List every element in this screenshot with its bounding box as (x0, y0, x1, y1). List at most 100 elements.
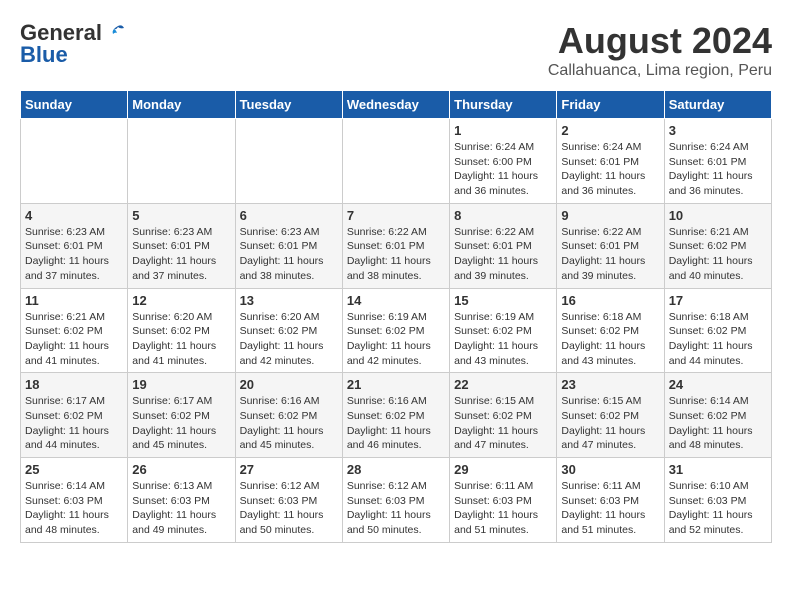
calendar-cell: 28 Sunrise: 6:12 AM Sunset: 6:03 PM Dayli… (342, 458, 449, 543)
cell-info: Sunrise: 6:16 AM Sunset: 6:02 PM Dayligh… (240, 394, 338, 453)
calendar-cell: 23 Sunrise: 6:15 AM Sunset: 6:02 PM Dayli… (557, 373, 664, 458)
day-number: 5 (132, 208, 230, 223)
calendar-cell: 3Sunrise: 6:24 AM Sunset: 6:01 PM Daylig… (664, 119, 771, 204)
calendar-cell: 19Sunrise: 6:17 AM Sunset: 6:02 PM Dayli… (128, 373, 235, 458)
calendar-cell: 15 Sunrise: 6:19 AM Sunset: 6:02 PM Dayli… (450, 288, 557, 373)
calendar-cell: 7 Sunrise: 6:22 AM Sunset: 6:01 PM Daylig… (342, 203, 449, 288)
calendar-cell: 5 Sunrise: 6:23 AM Sunset: 6:01 PM Daylig… (128, 203, 235, 288)
col-header-thursday: Thursday (450, 91, 557, 119)
cell-info: Sunrise: 6:22 AM Sunset: 6:01 PM Dayligh… (454, 225, 552, 284)
cell-info: Sunrise: 6:17 AM Sunset: 6:02 PM Dayligh… (25, 394, 123, 453)
cell-info: Sunrise: 6:14 AM Sunset: 6:02 PM Dayligh… (669, 394, 767, 453)
cell-info: Sunrise: 6:15 AM Sunset: 6:02 PM Dayligh… (561, 394, 659, 453)
calendar-cell: 21 Sunrise: 6:16 AM Sunset: 6:02 PM Dayli… (342, 373, 449, 458)
calendar-cell: 29Sunrise: 6:11 AM Sunset: 6:03 PM Dayli… (450, 458, 557, 543)
cell-info: Sunrise: 6:14 AM Sunset: 6:03 PM Dayligh… (25, 479, 123, 538)
calendar-cell: 30 Sunrise: 6:11 AM Sunset: 6:03 PM Dayli… (557, 458, 664, 543)
cell-info: Sunrise: 6:24 AM Sunset: 6:00 PM Dayligh… (454, 140, 552, 199)
day-number: 30 (561, 462, 659, 477)
day-number: 31 (669, 462, 767, 477)
calendar-week-4: 18Sunrise: 6:17 AM Sunset: 6:02 PM Dayli… (21, 373, 772, 458)
day-number: 29 (454, 462, 552, 477)
day-number: 4 (25, 208, 123, 223)
col-header-saturday: Saturday (664, 91, 771, 119)
logo: General Blue (20, 20, 126, 68)
calendar-cell: 8 Sunrise: 6:22 AM Sunset: 6:01 PM Daylig… (450, 203, 557, 288)
calendar-cell: 10 Sunrise: 6:21 AM Sunset: 6:02 PM Dayli… (664, 203, 771, 288)
calendar-cell: 13Sunrise: 6:20 AM Sunset: 6:02 PM Dayli… (235, 288, 342, 373)
day-number: 20 (240, 377, 338, 392)
cell-info: Sunrise: 6:17 AM Sunset: 6:02 PM Dayligh… (132, 394, 230, 453)
logo-blue-text: Blue (20, 42, 68, 68)
cell-info: Sunrise: 6:24 AM Sunset: 6:01 PM Dayligh… (669, 140, 767, 199)
calendar-cell: 26Sunrise: 6:13 AM Sunset: 6:03 PM Dayli… (128, 458, 235, 543)
cell-info: Sunrise: 6:16 AM Sunset: 6:02 PM Dayligh… (347, 394, 445, 453)
cell-info: Sunrise: 6:12 AM Sunset: 6:03 PM Dayligh… (347, 479, 445, 538)
day-number: 28 (347, 462, 445, 477)
day-number: 23 (561, 377, 659, 392)
calendar-header-row: SundayMondayTuesdayWednesdayThursdayFrid… (21, 91, 772, 119)
cell-info: Sunrise: 6:21 AM Sunset: 6:02 PM Dayligh… (669, 225, 767, 284)
calendar-table: SundayMondayTuesdayWednesdayThursdayFrid… (20, 90, 772, 543)
day-number: 10 (669, 208, 767, 223)
day-number: 15 (454, 293, 552, 308)
cell-info: Sunrise: 6:10 AM Sunset: 6:03 PM Dayligh… (669, 479, 767, 538)
cell-info: Sunrise: 6:11 AM Sunset: 6:03 PM Dayligh… (561, 479, 659, 538)
calendar-cell: 16Sunrise: 6:18 AM Sunset: 6:02 PM Dayli… (557, 288, 664, 373)
cell-info: Sunrise: 6:19 AM Sunset: 6:02 PM Dayligh… (347, 310, 445, 369)
cell-info: Sunrise: 6:18 AM Sunset: 6:02 PM Dayligh… (669, 310, 767, 369)
day-number: 25 (25, 462, 123, 477)
cell-info: Sunrise: 6:22 AM Sunset: 6:01 PM Dayligh… (561, 225, 659, 284)
calendar-cell: 20 Sunrise: 6:16 AM Sunset: 6:02 PM Dayli… (235, 373, 342, 458)
calendar-cell: 4 Sunrise: 6:23 AM Sunset: 6:01 PM Daylig… (21, 203, 128, 288)
calendar-cell: 25 Sunrise: 6:14 AM Sunset: 6:03 PM Dayli… (21, 458, 128, 543)
day-number: 1 (454, 123, 552, 138)
day-number: 6 (240, 208, 338, 223)
cell-info: Sunrise: 6:19 AM Sunset: 6:02 PM Dayligh… (454, 310, 552, 369)
day-number: 14 (347, 293, 445, 308)
location-subtitle: Callahuanca, Lima region, Peru (548, 62, 772, 80)
day-number: 9 (561, 208, 659, 223)
cell-info: Sunrise: 6:18 AM Sunset: 6:02 PM Dayligh… (561, 310, 659, 369)
calendar-cell: 24Sunrise: 6:14 AM Sunset: 6:02 PM Dayli… (664, 373, 771, 458)
cell-info: Sunrise: 6:21 AM Sunset: 6:02 PM Dayligh… (25, 310, 123, 369)
calendar-cell: 2Sunrise: 6:24 AM Sunset: 6:01 PM Daylig… (557, 119, 664, 204)
day-number: 22 (454, 377, 552, 392)
calendar-cell: 1 Sunrise: 6:24 AM Sunset: 6:00 PM Daylig… (450, 119, 557, 204)
logo-bird-icon (104, 22, 126, 44)
calendar-week-2: 4 Sunrise: 6:23 AM Sunset: 6:01 PM Daylig… (21, 203, 772, 288)
cell-info: Sunrise: 6:23 AM Sunset: 6:01 PM Dayligh… (25, 225, 123, 284)
col-header-sunday: Sunday (21, 91, 128, 119)
calendar-week-5: 25 Sunrise: 6:14 AM Sunset: 6:03 PM Dayli… (21, 458, 772, 543)
col-header-monday: Monday (128, 91, 235, 119)
day-number: 7 (347, 208, 445, 223)
cell-info: Sunrise: 6:22 AM Sunset: 6:01 PM Dayligh… (347, 225, 445, 284)
day-number: 21 (347, 377, 445, 392)
calendar-cell: 9 Sunrise: 6:22 AM Sunset: 6:01 PM Daylig… (557, 203, 664, 288)
day-number: 8 (454, 208, 552, 223)
calendar-cell: 17 Sunrise: 6:18 AM Sunset: 6:02 PM Dayli… (664, 288, 771, 373)
cell-info: Sunrise: 6:24 AM Sunset: 6:01 PM Dayligh… (561, 140, 659, 199)
day-number: 11 (25, 293, 123, 308)
day-number: 12 (132, 293, 230, 308)
cell-info: Sunrise: 6:15 AM Sunset: 6:02 PM Dayligh… (454, 394, 552, 453)
calendar-week-3: 11 Sunrise: 6:21 AM Sunset: 6:02 PM Dayli… (21, 288, 772, 373)
cell-info: Sunrise: 6:23 AM Sunset: 6:01 PM Dayligh… (240, 225, 338, 284)
col-header-tuesday: Tuesday (235, 91, 342, 119)
page-header: General Blue August 2024 Callahuanca, Li… (20, 20, 772, 80)
cell-info: Sunrise: 6:23 AM Sunset: 6:01 PM Dayligh… (132, 225, 230, 284)
day-number: 27 (240, 462, 338, 477)
calendar-cell: 12Sunrise: 6:20 AM Sunset: 6:02 PM Dayli… (128, 288, 235, 373)
cell-info: Sunrise: 6:12 AM Sunset: 6:03 PM Dayligh… (240, 479, 338, 538)
calendar-cell (342, 119, 449, 204)
calendar-week-1: 1 Sunrise: 6:24 AM Sunset: 6:00 PM Daylig… (21, 119, 772, 204)
day-number: 17 (669, 293, 767, 308)
calendar-cell: 6 Sunrise: 6:23 AM Sunset: 6:01 PM Daylig… (235, 203, 342, 288)
calendar-cell: 31 Sunrise: 6:10 AM Sunset: 6:03 PM Dayli… (664, 458, 771, 543)
calendar-cell (21, 119, 128, 204)
month-year-title: August 2024 (548, 20, 772, 62)
calendar-cell: 14 Sunrise: 6:19 AM Sunset: 6:02 PM Dayli… (342, 288, 449, 373)
cell-info: Sunrise: 6:13 AM Sunset: 6:03 PM Dayligh… (132, 479, 230, 538)
calendar-cell (235, 119, 342, 204)
calendar-cell: 22 Sunrise: 6:15 AM Sunset: 6:02 PM Dayli… (450, 373, 557, 458)
